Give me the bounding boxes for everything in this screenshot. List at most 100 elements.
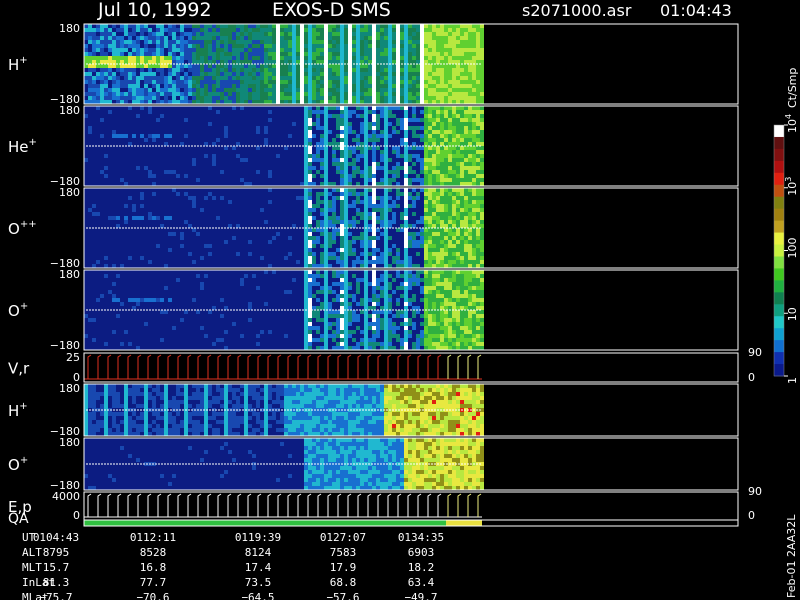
heatmap-cell: [324, 36, 328, 41]
heatmap-cell: [84, 64, 88, 69]
heatmap-cell: [324, 44, 328, 49]
heatmap-cell: [200, 72, 204, 77]
heatmap-cell: [92, 24, 96, 29]
heatmap-cell: [344, 92, 348, 97]
heatmap-cell: [264, 240, 268, 245]
heatmap-cell: [456, 24, 460, 29]
heatmap-cell: [96, 84, 100, 89]
heatmap-cell: [312, 122, 316, 127]
heatmap-cell: [312, 44, 316, 49]
heatmap-cell: [296, 134, 300, 139]
heatmap-cell: [456, 146, 460, 151]
heatmap-cell: [168, 212, 172, 217]
heatmap-cell: [272, 178, 276, 183]
heatmap-cell: [200, 114, 204, 119]
heatmap-cell: [372, 150, 376, 155]
heatmap-cell: [272, 96, 276, 101]
heatmap-cell: [400, 64, 404, 69]
heatmap-cell: [204, 220, 208, 225]
heatmap-cell: [240, 28, 244, 33]
heatmap-cell: [160, 68, 164, 73]
heatmap-cell: [152, 122, 156, 127]
heatmap-cell: [428, 68, 432, 73]
heatmap-cell: [172, 200, 176, 205]
heatmap-cell: [204, 40, 208, 45]
heatmap-cell: [460, 126, 464, 131]
heatmap-cell: [452, 80, 456, 85]
heatmap-cell: [184, 56, 188, 61]
heatmap-cell: [140, 28, 144, 33]
heatmap-cell: [192, 126, 196, 131]
heatmap-cell: [308, 76, 312, 81]
heatmap-cell: [464, 114, 468, 119]
heatmap-cell: [332, 170, 336, 175]
heatmap-cell: [128, 162, 132, 167]
heatmap-cell: [348, 40, 352, 45]
heatmap-cell: [260, 24, 264, 29]
heatmap-cell: [224, 24, 228, 29]
heatmap-cell: [264, 96, 268, 101]
heatmap-cell: [148, 200, 152, 205]
heatmap-cell: [328, 32, 332, 37]
heatmap-cell: [412, 150, 416, 155]
heatmap-cell: [108, 56, 112, 61]
heatmap-cell: [144, 130, 148, 135]
heatmap-cell: [476, 138, 480, 143]
heatmap-cell: [348, 178, 352, 183]
heatmap-cell: [100, 64, 104, 69]
heatmap-cell: [160, 170, 164, 175]
heatmap-cell: [268, 192, 272, 197]
heatmap-cell: [188, 252, 192, 257]
heatmap-cell: [116, 158, 120, 163]
heatmap-cell: [256, 44, 260, 49]
heatmap-cell: [328, 178, 332, 183]
heatmap-cell: [448, 122, 452, 127]
heatmap-cell: [420, 36, 424, 41]
heatmap-cell: [272, 150, 276, 155]
heatmap-cell: [412, 106, 416, 111]
heatmap-cell: [84, 48, 88, 53]
heatmap-cell: [116, 72, 120, 77]
heatmap-cell: [128, 92, 132, 97]
heatmap-cell: [192, 220, 196, 225]
heatmap-cell: [220, 178, 224, 183]
heatmap-cell: [88, 252, 92, 257]
heatmap-cell: [272, 92, 276, 97]
heatmap-cell: [144, 80, 148, 85]
heatmap-cell: [120, 196, 124, 201]
heatmap-cell: [136, 256, 140, 261]
heatmap-cell: [364, 56, 368, 61]
heatmap-cell: [176, 134, 180, 139]
heatmap-cell: [152, 178, 156, 183]
heatmap-cell: [280, 110, 284, 115]
heatmap-cell: [88, 192, 92, 197]
heatmap-cell: [148, 228, 152, 233]
heatmap-cell: [108, 106, 112, 111]
heatmap-cell: [420, 110, 424, 115]
heatmap-cell: [196, 126, 200, 131]
heatmap-cell: [348, 130, 352, 135]
heatmap-cell: [244, 208, 248, 213]
heatmap-cell: [180, 216, 184, 221]
heatmap-cell: [244, 244, 248, 249]
heatmap-cell: [328, 24, 332, 29]
heatmap-cell: [428, 166, 432, 171]
heatmap-cell: [316, 52, 320, 57]
heatmap-cell: [308, 122, 312, 127]
heatmap-cell: [264, 114, 268, 119]
heatmap-cell: [376, 28, 380, 33]
heatmap-cell: [308, 84, 312, 89]
heatmap-cell: [280, 96, 284, 101]
heatmap-cell: [364, 146, 368, 151]
heatmap-cell: [440, 154, 444, 159]
heatmap-cell: [224, 126, 228, 131]
heatmap-cell: [208, 146, 212, 151]
heatmap-cell: [156, 170, 160, 175]
heatmap-cell: [140, 196, 144, 201]
heatmap-cell: [152, 260, 156, 265]
heatmap-cell: [160, 72, 164, 77]
heatmap-cell: [164, 146, 168, 151]
heatmap-cell: [328, 48, 332, 53]
heatmap-cell: [240, 114, 244, 119]
heatmap-cell: [160, 174, 164, 179]
